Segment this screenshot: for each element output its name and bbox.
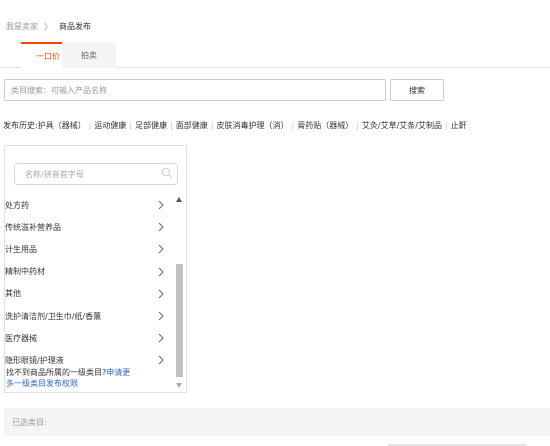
category-item[interactable]: 其他 [5, 283, 173, 305]
breadcrumb-current: 商品发布 [59, 21, 92, 31]
category-scrollbar[interactable] [174, 194, 184, 390]
history-item[interactable]: 皮肤消毒护理（消） [217, 120, 289, 131]
pricing-tabs: 一口价 拍卖 [0, 37, 550, 68]
category-item[interactable]: 医疗器械 [5, 327, 173, 349]
history-item[interactable]: 止鼾 [451, 120, 467, 131]
history-label: 发布历史: [3, 120, 38, 130]
category-label: 传统滋补营养品 [5, 222, 61, 232]
category-item[interactable]: 精制中药材 [5, 261, 173, 283]
chevron-right-icon [158, 267, 164, 276]
category-filter-input[interactable] [14, 163, 178, 185]
history-divider: | [170, 120, 173, 130]
history-divider: | [129, 120, 133, 130]
category-label: 其他 [5, 289, 21, 299]
category-label: 精制中药材 [5, 267, 45, 277]
breadcrumb-parent-link[interactable]: 我是卖家 [6, 21, 38, 32]
chevron-right-icon [158, 289, 164, 299]
category-footer-text: 找不到商品所属的一级类目? [6, 368, 107, 377]
search-icon[interactable] [161, 167, 173, 179]
category-item[interactable]: 洗护清洁剂/卫生巾/纸/香薰 [5, 305, 173, 327]
breadcrumb: 我是卖家 〉 商品发布 [6, 20, 92, 33]
selected-category-label: 已选类目: [12, 417, 47, 427]
history-item[interactable]: 运动健康 [94, 120, 126, 131]
history-item[interactable]: 护具（器械） [38, 120, 86, 131]
history-item[interactable]: 足部健康 [135, 120, 167, 131]
chevron-right-icon [158, 200, 164, 210]
scrollbar-thumb[interactable] [176, 264, 183, 377]
category-item[interactable]: 传统滋补营养品 [5, 216, 173, 238]
category-panel: 处方药 传统滋补营养品 计生用品 精制中药材 其他 洗护清洁剂/卫生巾/纸/香薰… [4, 145, 187, 393]
scroll-up-icon[interactable] [176, 197, 182, 202]
breadcrumb-separator: 〉 [44, 22, 54, 33]
category-label: 隐形眼镜/护理液 [5, 355, 64, 365]
category-label: 处方药 [5, 200, 29, 210]
category-footer: 找不到商品所属的一级类目?申请更 多一级类目发布权限 [6, 367, 166, 389]
chevron-right-icon [158, 222, 164, 232]
history-divider: | [291, 120, 295, 130]
category-label: 计生用品 [5, 244, 37, 254]
tab-auction[interactable]: 拍卖 [62, 42, 116, 68]
chevron-right-icon [158, 245, 164, 254]
history-divider: | [210, 120, 214, 130]
publish-history: 发布历史: 护具（器械） | 运动健康 | 足部健康 | 面部健康 | 皮肤消毒… [3, 119, 550, 131]
category-search-input[interactable] [4, 79, 386, 101]
category-label: 医疗器械 [5, 333, 37, 343]
selected-category-bar: 已选类目: [4, 408, 550, 436]
history-item[interactable]: 膏药贴（器械） [297, 120, 353, 131]
history-item[interactable]: 面部健康 [176, 120, 208, 131]
history-divider: | [445, 120, 448, 130]
category-item[interactable]: 计生用品 [5, 238, 173, 260]
chevron-right-icon [158, 355, 164, 365]
chevron-right-icon [158, 311, 164, 321]
chevron-right-icon [158, 333, 164, 343]
history-item[interactable]: 艾灸/艾草/艾条/艾制品 [362, 120, 442, 131]
category-label: 洗护清洁剂/卫生巾/纸/香薰 [5, 311, 102, 321]
category-list: 处方药 传统滋补营养品 计生用品 精制中药材 其他 洗护清洁剂/卫生巾/纸/香薰… [5, 194, 173, 372]
scroll-down-icon[interactable] [176, 383, 182, 388]
apply-permission-link[interactable]: 申请更 [106, 368, 130, 377]
apply-permission-link-continued[interactable]: 多一级类目发布权限 [6, 379, 78, 388]
history-divider: | [356, 120, 359, 130]
search-button[interactable]: 搜索 [390, 79, 444, 101]
history-divider: | [88, 120, 92, 130]
category-item[interactable]: 处方药 [5, 194, 173, 216]
